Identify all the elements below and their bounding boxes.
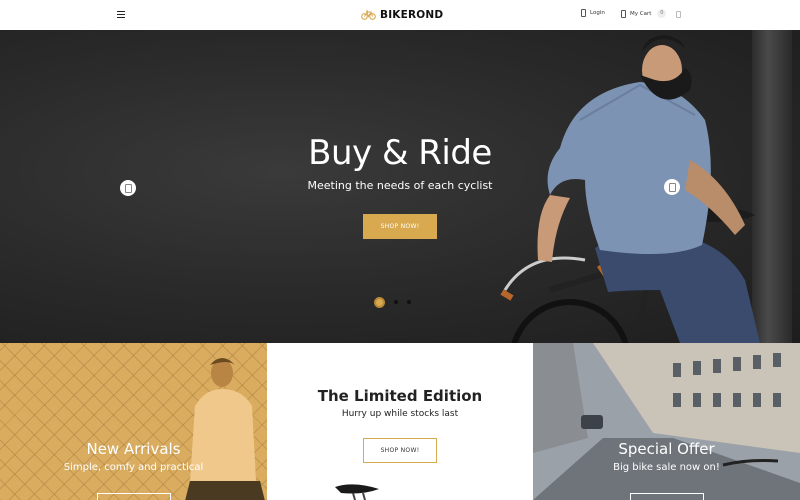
banner-shop-button[interactable]: [630, 493, 704, 500]
street-photo: [533, 343, 800, 500]
banner-subtitle: Hurry up while stocks last: [341, 409, 459, 419]
banner-title: Special Offer: [618, 440, 715, 458]
hero-slider: Buy & Ride Meeting the needs of each cyc…: [0, 30, 800, 343]
brand-name: BIKEROND: [380, 9, 444, 21]
man-photo: [185, 358, 265, 500]
banner-subtitle: Big bike sale now on!: [613, 462, 720, 473]
banner-limited-edition[interactable]: The Limited Edition Hurry up while stock…: [267, 343, 533, 500]
banner-shop-button[interactable]: [97, 493, 171, 500]
cart-label: My Cart: [630, 10, 652, 17]
saddle-image: [335, 484, 379, 500]
settings-icon[interactable]: [676, 11, 681, 18]
phone-icon: [621, 9, 626, 18]
site-header: BIKEROND Login My Cart 0: [0, 0, 800, 30]
cart-count-badge: 0: [657, 9, 667, 18]
cart-link[interactable]: My Cart 0: [621, 9, 667, 18]
hero-shop-now-button[interactable]: SHOP NOW!: [363, 214, 437, 239]
banner-subtitle: Simple, comfy and practical: [63, 462, 204, 473]
slider-dot-3[interactable]: [407, 300, 411, 304]
bicycle-icon: [361, 10, 376, 20]
banner-special-offer[interactable]: Special Offer Big bike sale now on!: [533, 343, 800, 500]
cyclist-photo: [500, 35, 760, 343]
hamburger-menu-icon[interactable]: [116, 9, 128, 21]
brand-logo[interactable]: BIKEROND: [361, 7, 443, 23]
banner-title: The Limited Edition: [317, 387, 483, 405]
phone-icon: [581, 9, 586, 17]
arrow-right-icon[interactable]: [664, 179, 680, 195]
login-label: Login: [590, 10, 605, 16]
arrow-left-icon[interactable]: [120, 180, 136, 196]
login-link[interactable]: Login: [581, 9, 605, 17]
banner-new-arrivals[interactable]: New Arrivals Simple, comfy and practical: [0, 343, 267, 500]
slider-pagination: [374, 296, 411, 308]
hero-title: Buy & Ride: [308, 133, 492, 173]
slider-dot-1[interactable]: [374, 296, 385, 308]
banner-title: New Arrivals: [86, 440, 181, 458]
hero-subtitle: Meeting the needs of each cyclist: [307, 179, 493, 192]
slider-dot-2[interactable]: [394, 300, 398, 304]
banner-shop-now-button[interactable]: SHOP NOW!: [363, 438, 437, 463]
